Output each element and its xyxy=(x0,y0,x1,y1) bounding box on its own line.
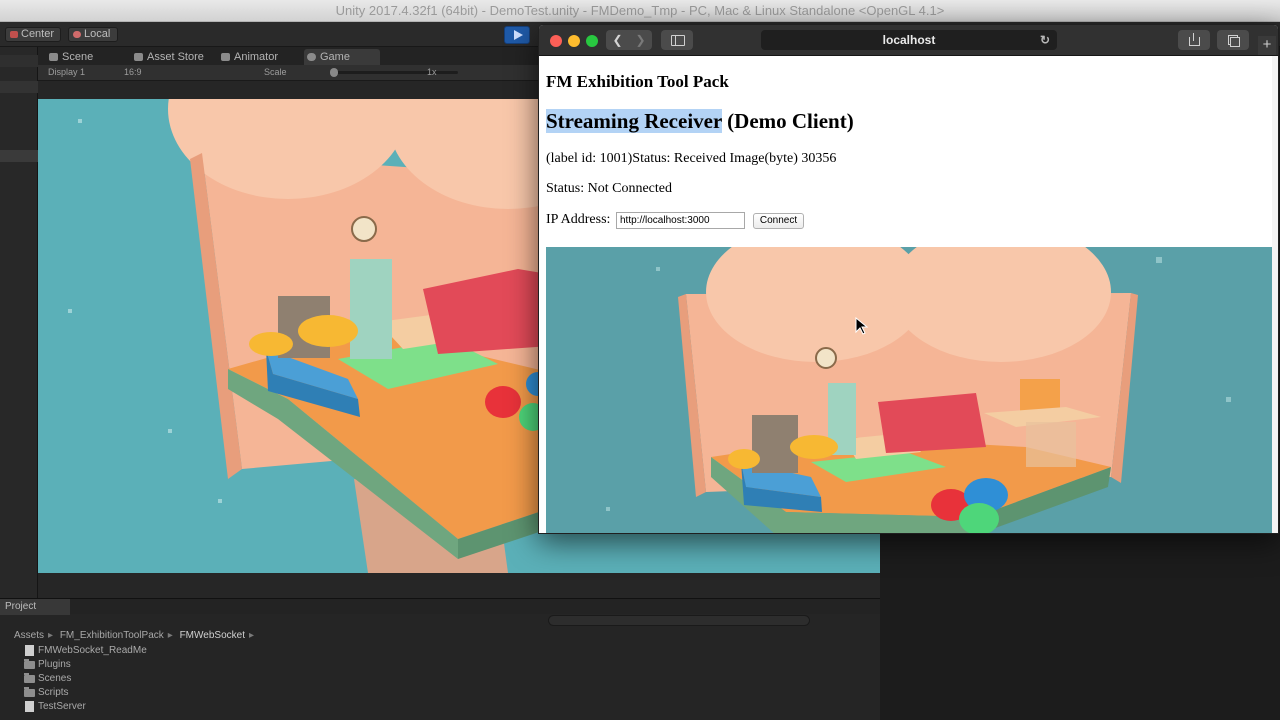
tab-project[interactable]: Project xyxy=(0,599,70,615)
stream-image xyxy=(546,247,1272,533)
back-button[interactable]: ❮ xyxy=(606,30,629,50)
list-item-label: Plugins xyxy=(38,659,71,670)
display-dropdown[interactable]: Display 1 xyxy=(48,65,85,80)
list-item-label: FMWebSocket_ReadMe xyxy=(38,645,147,656)
file-icon xyxy=(25,645,34,656)
pivot-button[interactable]: Center xyxy=(5,27,61,42)
project-tab-bar: Project xyxy=(0,598,880,615)
pivot-icon xyxy=(10,31,18,38)
streamed-scene-render xyxy=(546,247,1272,533)
list-item[interactable]: TestServer xyxy=(24,700,86,714)
game-icon xyxy=(307,53,316,61)
tab-game[interactable]: Game xyxy=(304,49,380,65)
play-button[interactable] xyxy=(504,26,530,44)
page-content: FM Exhibition Tool Pack Streaming Receiv… xyxy=(539,56,1278,533)
tab-label: Animator xyxy=(234,51,279,63)
pivot-label: Center xyxy=(21,28,55,40)
connect-button[interactable]: Connect xyxy=(753,213,804,229)
share-button[interactable] xyxy=(1178,30,1210,50)
scale-slider-handle[interactable] xyxy=(330,68,338,77)
tab-asset-store[interactable]: Asset Store xyxy=(131,49,204,65)
local-icon xyxy=(73,31,81,38)
sidebar-toggle-button[interactable] xyxy=(661,30,693,50)
list-item[interactable]: FMWebSocket_ReadMe xyxy=(24,644,147,658)
zoom-window-button[interactable] xyxy=(586,35,598,47)
list-item[interactable]: Scripts xyxy=(24,686,69,700)
history-nav: ❮ ❯ xyxy=(606,30,652,50)
list-item[interactable]: Plugins xyxy=(24,658,71,672)
forward-button[interactable]: ❯ xyxy=(629,30,652,50)
folder-icon xyxy=(24,659,35,669)
desktop: Unity 2017.4.32f1 (64bit) - DemoTest.uni… xyxy=(0,0,1280,720)
browser-window: ❮ ❯ localhost ↻ FM Exhibition Tool Pack … xyxy=(538,24,1279,534)
list-item-label: Scripts xyxy=(38,687,69,698)
selected-text: Streaming Receiver xyxy=(546,109,722,133)
hierarchy-row[interactable] xyxy=(0,150,38,162)
breadcrumb-item[interactable]: Assets xyxy=(14,630,44,641)
page-title-rest: (Demo Client) xyxy=(721,109,854,133)
scrollbar[interactable] xyxy=(1272,56,1278,533)
hierarchy-row[interactable] xyxy=(0,81,38,93)
project-search-input[interactable] xyxy=(548,615,810,626)
new-tab-button[interactable]: + xyxy=(1258,36,1276,55)
game-view-letterbox-bottom xyxy=(38,573,880,598)
list-item-label: TestServer xyxy=(38,701,86,712)
mouse-cursor-icon xyxy=(855,317,869,335)
tab-scene[interactable]: Scene xyxy=(46,49,93,65)
list-item-label: Scenes xyxy=(38,673,72,684)
address-text: localhost xyxy=(882,33,936,47)
show-tabs-button[interactable] xyxy=(1217,30,1249,50)
minimize-window-button[interactable] xyxy=(568,35,580,47)
breadcrumb-item[interactable]: FMWebSocket xyxy=(180,630,245,641)
folder-icon xyxy=(24,673,35,683)
asset-store-icon xyxy=(134,53,143,61)
unity-window-title: Unity 2017.4.32f1 (64bit) - DemoTest.uni… xyxy=(0,0,1280,22)
tab-label: Asset Store xyxy=(147,51,204,63)
list-item[interactable]: Scenes xyxy=(24,672,71,686)
receive-status: (label id: 1001)Status: Received Image(b… xyxy=(546,151,837,166)
space-label: Local xyxy=(84,28,111,40)
tab-label: Scene xyxy=(62,51,94,63)
hierarchy-row[interactable] xyxy=(0,55,38,67)
browser-toolbar: ❮ ❯ localhost ↻ xyxy=(539,25,1278,56)
breadcrumb: Assets ▸ FM_ExhibitionToolPack ▸ FMWebSock… xyxy=(14,630,254,641)
address-bar[interactable]: localhost ↻ xyxy=(761,30,1057,50)
ip-address-label: IP Address: xyxy=(546,212,611,227)
connection-status: Status: Not Connected xyxy=(546,181,672,196)
space-button[interactable]: Local xyxy=(68,27,118,42)
scale-slider-track[interactable] xyxy=(336,71,458,74)
hierarchy-panel xyxy=(0,47,38,598)
aspect-dropdown[interactable]: 16:9 xyxy=(124,65,142,80)
close-window-button[interactable] xyxy=(550,35,562,47)
page-subtitle: FM Exhibition Tool Pack xyxy=(546,72,729,91)
scale-value: 1x xyxy=(427,67,437,77)
reload-icon[interactable]: ↻ xyxy=(1040,30,1050,50)
ip-address-input[interactable] xyxy=(616,212,745,229)
animator-icon xyxy=(221,53,230,61)
tab-label: Game xyxy=(320,51,350,63)
scene-icon xyxy=(49,53,58,61)
page-title: Streaming Receiver (Demo Client) xyxy=(546,109,854,134)
folder-icon xyxy=(24,687,35,697)
tab-animator[interactable]: Animator xyxy=(218,49,278,65)
breadcrumb-item[interactable]: FM_ExhibitionToolPack xyxy=(60,630,164,641)
scale-label: Scale xyxy=(264,67,287,77)
file-icon xyxy=(25,701,34,712)
